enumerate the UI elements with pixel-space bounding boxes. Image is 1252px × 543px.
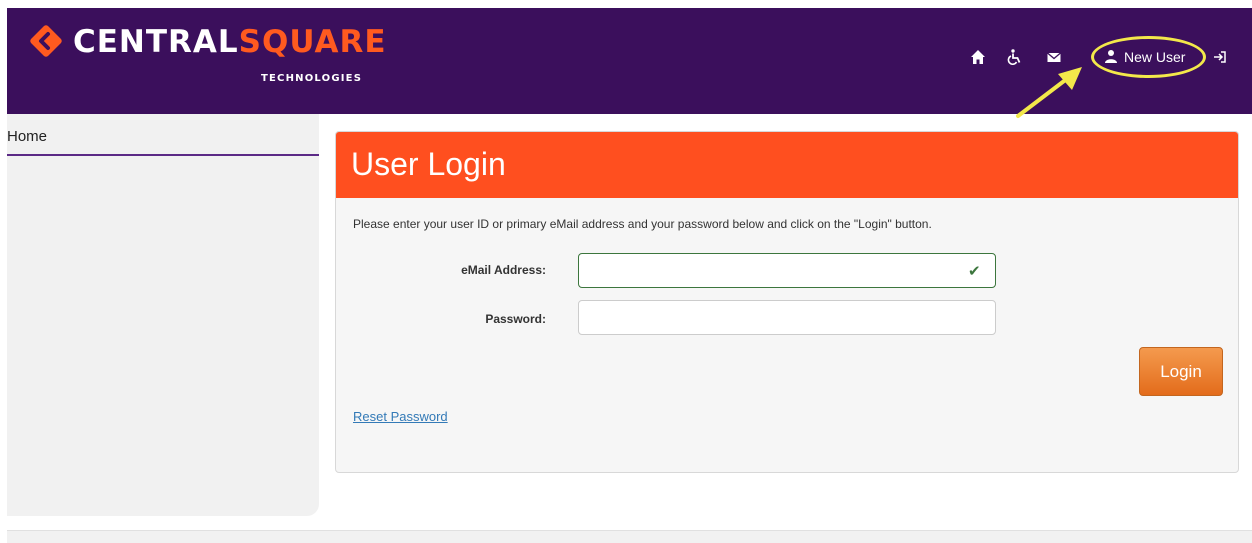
- sidebar-item-home[interactable]: Home: [7, 114, 319, 156]
- footer-bar: [7, 530, 1252, 543]
- annotation-arrow-icon: [1016, 67, 1082, 118]
- sidebar: Home: [7, 114, 319, 516]
- login-panel-header: User Login: [336, 132, 1238, 198]
- reset-password-link[interactable]: Reset Password: [353, 409, 448, 424]
- highlight-ellipse: [1091, 36, 1206, 78]
- login-panel: User Login Please enter your user ID or …: [335, 131, 1239, 473]
- password-field[interactable]: [578, 300, 996, 335]
- login-instructions: Please enter your user ID or primary eMa…: [353, 217, 932, 231]
- sign-in-icon[interactable]: [1212, 45, 1228, 69]
- checkmark-icon: ✔: [968, 263, 981, 280]
- email-label: eMail Address:: [461, 263, 546, 277]
- home-icon[interactable]: [970, 45, 986, 69]
- page-title: User Login: [351, 146, 506, 182]
- password-label: Password:: [485, 312, 546, 326]
- email-field[interactable]: [578, 253, 996, 288]
- login-button[interactable]: Login: [1139, 347, 1223, 396]
- brand-subtitle: TECHNOLOGIES: [261, 73, 363, 84]
